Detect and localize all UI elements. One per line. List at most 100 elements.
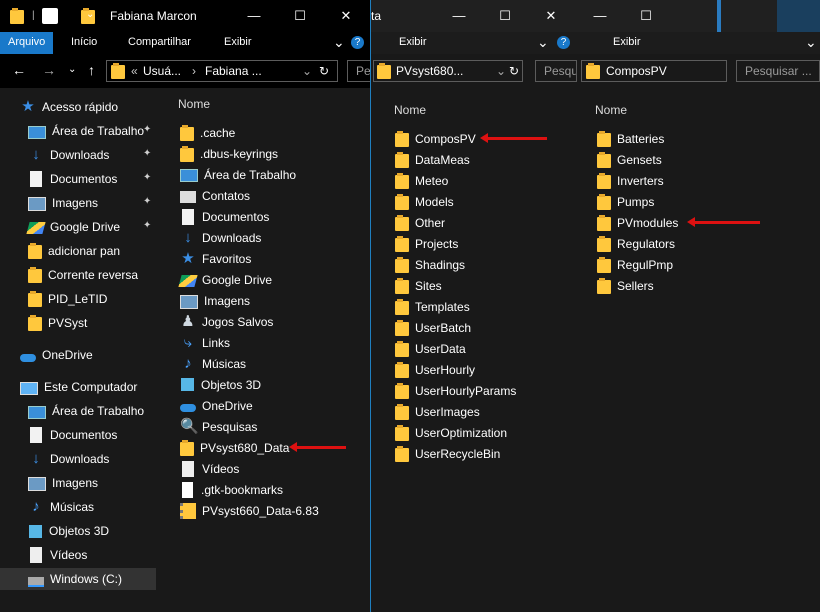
tab-inicio[interactable]: Início (71, 32, 97, 54)
breadcrumb-usuarios[interactable]: Usuá... (143, 63, 181, 79)
list-item[interactable]: Batteries (597, 128, 664, 149)
sidebar-item[interactable]: adicionar pan (28, 240, 156, 262)
maximize-button[interactable]: ☐ (482, 0, 528, 32)
list-item[interactable]: Sites (395, 275, 442, 296)
list-item[interactable]: UserImages (395, 401, 480, 422)
address-dropdown-icon[interactable]: ⌄ (496, 63, 506, 79)
list-item[interactable]: Gensets (597, 149, 662, 170)
pin-icon[interactable]: ✦ (143, 196, 151, 207)
list-item[interactable]: Inverters (597, 170, 664, 191)
sidebar-item[interactable]: Imagens (28, 472, 156, 494)
breadcrumb-overflow[interactable]: « (131, 63, 138, 79)
back-icon[interactable]: ← (12, 62, 26, 78)
list-item[interactable]: UserData (395, 338, 466, 359)
list-item[interactable]: Models (395, 191, 454, 212)
column-header-name[interactable]: Nome (178, 97, 210, 111)
address-crumb[interactable]: PVsyst680... (396, 63, 463, 79)
address-bar[interactable]: ComposPV (581, 60, 727, 82)
list-item[interactable]: ♪ Músicas (180, 353, 246, 374)
help-icon[interactable]: ? (557, 36, 570, 49)
sidebar-item[interactable]: OneDrive (20, 344, 156, 366)
search-input[interactable]: Pe (347, 60, 370, 82)
sidebar-item[interactable]: ↓ Downloads (28, 448, 156, 470)
address-bar[interactable]: « Usuá... › Fabiana ... ⌄ ↻ (106, 60, 338, 82)
list-item[interactable]: Google Drive (178, 269, 272, 290)
sidebar-item[interactable]: Corrente reversa (28, 264, 156, 286)
list-item[interactable]: ⤷ Links (180, 332, 230, 353)
address-dropdown-icon[interactable]: ⌄ (302, 63, 312, 79)
sidebar-item[interactable]: Área de Trabalho (28, 400, 156, 422)
list-item[interactable]: Shadings (395, 254, 465, 275)
up-icon[interactable]: ↑ (88, 62, 95, 78)
sidebar-item[interactable]: ♪ Músicas (28, 496, 156, 518)
sidebar-item[interactable]: PVSyst (28, 312, 156, 334)
search-input[interactable]: Pesqu (535, 60, 577, 82)
close-button[interactable]: ✕ (528, 0, 574, 32)
column-header-name[interactable]: Nome (394, 103, 426, 117)
sidebar-item[interactable]: Este Computador (20, 376, 156, 398)
refresh-icon[interactable]: ↻ (509, 63, 519, 79)
tab-exibir[interactable]: Exibir (613, 32, 641, 54)
list-item[interactable]: PVsyst680_Data (180, 437, 289, 458)
list-item[interactable]: .gtk-bookmarks (180, 479, 283, 500)
list-item[interactable]: UserBatch (395, 317, 471, 338)
list-item[interactable]: Pumps (597, 191, 654, 212)
breadcrumb-fabiana[interactable]: Fabiana ... (205, 63, 262, 79)
pin-icon[interactable]: ✦ (143, 148, 151, 159)
list-item[interactable]: UserRecycleBin (395, 443, 500, 464)
close-button[interactable]: ✕ (323, 0, 369, 32)
list-item[interactable]: ↓ Downloads (180, 227, 261, 248)
column-header-name[interactable]: Nome (595, 103, 627, 117)
expand-ribbon-icon[interactable]: ⌄ (805, 32, 817, 54)
sidebar-item[interactable]: Documentos (28, 424, 156, 446)
tab-compartilhar[interactable]: Compartilhar (128, 32, 191, 54)
expand-ribbon-icon[interactable]: ⌄ (333, 32, 345, 54)
minimize-button[interactable]: — (436, 0, 482, 32)
sidebar-item[interactable]: ↓ Downloads (28, 144, 156, 166)
minimize-button[interactable]: — (231, 0, 277, 32)
list-item[interactable]: PVsyst660_Data-6.83 (180, 500, 319, 521)
properties-icon[interactable] (42, 8, 58, 24)
list-item[interactable]: ComposPV (395, 128, 476, 149)
list-item[interactable]: Other (395, 212, 445, 233)
sidebar-item[interactable]: Objetos 3D (28, 520, 156, 542)
list-item[interactable]: Objetos 3D (180, 374, 261, 395)
sidebar-item[interactable]: Google Drive (26, 216, 156, 238)
pin-icon[interactable]: ✦ (143, 220, 151, 231)
list-item[interactable]: Vídeos (180, 458, 239, 479)
forward-icon[interactable]: → (42, 62, 56, 78)
sidebar-item[interactable]: PID_LeTID (28, 288, 156, 310)
list-item[interactable]: Documentos (180, 206, 269, 227)
list-item[interactable]: ♟ Jogos Salvos (180, 311, 273, 332)
tab-exibir[interactable]: Exibir (224, 32, 252, 54)
list-item[interactable]: RegulPmp (597, 254, 673, 275)
list-item[interactable]: 🔍 Pesquisas (180, 416, 257, 437)
minimize-button[interactable]: — (577, 0, 623, 32)
help-icon[interactable]: ? (351, 36, 364, 49)
refresh-icon[interactable]: ↻ (319, 63, 329, 79)
list-item[interactable]: Projects (395, 233, 458, 254)
list-item[interactable]: UserOptimization (395, 422, 507, 443)
maximize-button[interactable]: ☐ (623, 0, 669, 32)
sidebar-item[interactable]: Imagens (28, 192, 156, 214)
search-input[interactable]: Pesquisar ... (736, 60, 820, 82)
pin-icon[interactable]: ✦ (143, 172, 151, 183)
pin-icon[interactable]: ✦ (143, 124, 151, 135)
list-item[interactable]: UserHourlyParams (395, 380, 516, 401)
sidebar-item[interactable]: ★ Acesso rápido (20, 96, 156, 118)
list-item[interactable]: DataMeas (395, 149, 470, 170)
tab-exibir[interactable]: Exibir (399, 32, 427, 54)
list-item[interactable]: Imagens (180, 290, 250, 311)
list-item[interactable]: OneDrive (180, 395, 253, 416)
customize-quick-access-icon[interactable]: ⌄ (86, 9, 102, 25)
list-item[interactable]: UserHourly (395, 359, 475, 380)
list-item[interactable]: .dbus-keyrings (180, 143, 278, 164)
address-crumb[interactable]: ComposPV (606, 63, 667, 79)
list-item[interactable]: PVmodules (597, 212, 678, 233)
list-item[interactable]: Área de Trabalho (180, 164, 296, 185)
recent-locations-icon[interactable]: ⌄ (68, 64, 76, 75)
list-item[interactable]: Sellers (597, 275, 654, 296)
list-item[interactable]: Templates (395, 296, 470, 317)
expand-ribbon-icon[interactable]: ⌄ (537, 32, 549, 54)
list-item[interactable]: Meteo (395, 170, 448, 191)
